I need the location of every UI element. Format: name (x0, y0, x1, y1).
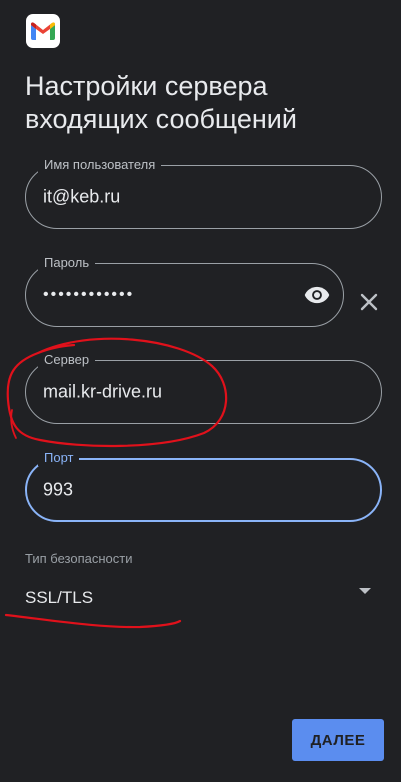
page-title: Настройки сервера входящих сообщений (25, 70, 385, 136)
close-icon[interactable] (358, 291, 380, 313)
password-field[interactable]: Пароль •••••••••••• (25, 255, 344, 327)
gmail-logo-icon (26, 14, 60, 48)
port-label: Порт (38, 450, 80, 466)
security-type-select[interactable]: SSL/TLS (0, 578, 401, 618)
port-value: 993 (43, 479, 74, 500)
security-type-label: Тип безопасности (25, 551, 133, 566)
page-title-line-1: Настройки сервера (25, 71, 268, 101)
username-field[interactable]: Имя пользователя it@keb.ru (25, 157, 382, 229)
page-title-line-2: входящих сообщений (25, 104, 297, 134)
security-type-value: SSL/TLS (25, 588, 94, 607)
username-value: it@keb.ru (43, 186, 121, 207)
server-field[interactable]: Сервер mail.kr-drive.ru (25, 352, 382, 424)
server-label: Сервер (38, 352, 96, 368)
next-button[interactable]: ДАЛЕЕ (292, 719, 384, 761)
server-value: mail.kr-drive.ru (43, 381, 163, 402)
password-label: Пароль (38, 255, 96, 271)
incoming-server-settings-screen: Настройки сервера входящих сообщений Имя… (0, 0, 401, 782)
eye-icon[interactable] (303, 281, 331, 309)
port-field[interactable]: Порт 993 (25, 450, 382, 522)
username-label: Имя пользователя (38, 157, 162, 173)
dropdown-arrow-icon (359, 588, 371, 594)
password-value: •••••••••••• (43, 286, 135, 303)
